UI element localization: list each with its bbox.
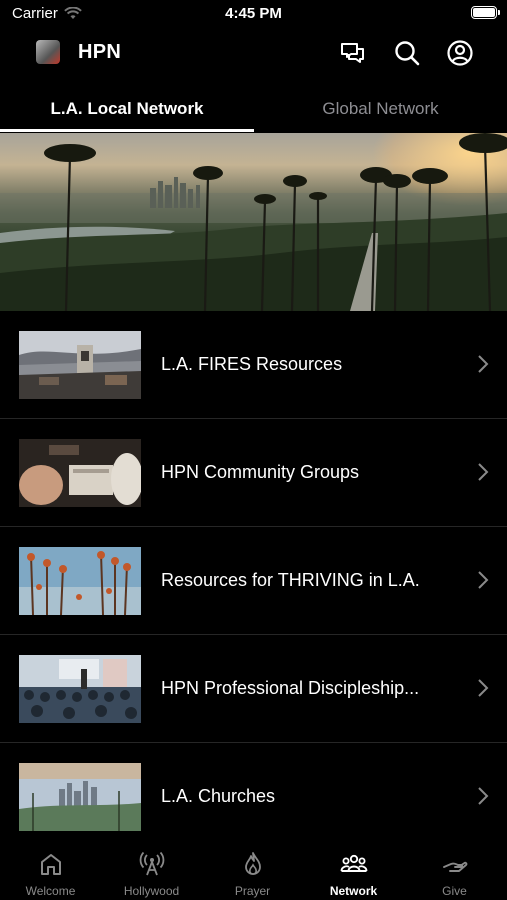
chevron-right-icon (478, 679, 489, 697)
thumbnail-community-group (19, 439, 141, 507)
bottom-tab-bar: Welcome Hollywood Prayer Network Give (0, 838, 507, 900)
give-icon (442, 861, 467, 872)
app-logo (36, 40, 60, 64)
home-icon (40, 854, 61, 875)
thumbnail-fire-ruins (19, 331, 141, 399)
list-item-hpn-professional-discipleship[interactable]: HPN Professional Discipleship... (0, 635, 507, 743)
tabbar-item-prayer[interactable]: Prayer (202, 838, 303, 900)
tabbar-item-give[interactable]: Give (404, 838, 505, 900)
profile-icon[interactable] (445, 38, 475, 68)
app-title: HPN (78, 41, 122, 63)
chevron-right-icon (478, 787, 489, 805)
thumbnail-la-city (19, 763, 141, 831)
chevron-right-icon (478, 463, 489, 481)
tabbar-label: Give (442, 884, 467, 898)
list-item-la-churches[interactable]: L.A. Churches (0, 743, 507, 850)
resource-list: L.A. FIRES Resources HPN Community Group… (0, 311, 507, 850)
search-icon[interactable] (392, 38, 422, 68)
people-icon (340, 854, 367, 872)
hero-image-la-skyline (0, 133, 507, 311)
status-bar: Carrier 4:45 PM (0, 0, 507, 28)
thumbnail-conference-room (19, 655, 141, 723)
tabbar-label: Hollywood (123, 884, 180, 898)
list-item-label: HPN Professional Discipleship... (161, 678, 420, 698)
active-tab-indicator (0, 129, 254, 132)
broadcast-icon (139, 851, 164, 876)
tabbar-item-welcome[interactable]: Welcome (0, 838, 101, 900)
list-item-la-fires-resources[interactable]: L.A. FIRES Resources (0, 311, 507, 419)
network-tabs: L.A. Local Network Global Network (0, 86, 507, 132)
tabbar-item-network[interactable]: Network (303, 838, 404, 900)
thumbnail-palm-trees (19, 547, 141, 615)
list-item-label: HPN Community Groups (161, 462, 360, 482)
list-item-label: L.A. FIRES Resources (161, 354, 343, 374)
battery-icon (471, 6, 500, 19)
tabbar-label: Network (329, 884, 378, 898)
hero-illustration (0, 133, 507, 311)
list-item-label: L.A. Churches (161, 786, 276, 806)
tabbar-label: Welcome (25, 884, 76, 898)
status-time: 4:45 PM (225, 5, 282, 22)
app-header: HPN (0, 30, 507, 76)
chat-icon[interactable] (338, 38, 368, 68)
list-item-label: Resources for THRIVING in L.A. (161, 570, 420, 590)
tabbar-label: Prayer (234, 884, 271, 898)
tab-la-local-network[interactable]: L.A. Local Network (0, 86, 254, 132)
list-item-hpn-community-groups[interactable]: HPN Community Groups (0, 419, 507, 527)
flame-icon (244, 852, 261, 875)
chevron-right-icon (478, 355, 489, 373)
tabbar-item-hollywood[interactable]: Hollywood (101, 838, 202, 900)
tab-global-network[interactable]: Global Network (254, 86, 507, 132)
list-item-resources-thriving[interactable]: Resources for THRIVING in L.A. (0, 527, 507, 635)
chevron-right-icon (478, 571, 489, 589)
